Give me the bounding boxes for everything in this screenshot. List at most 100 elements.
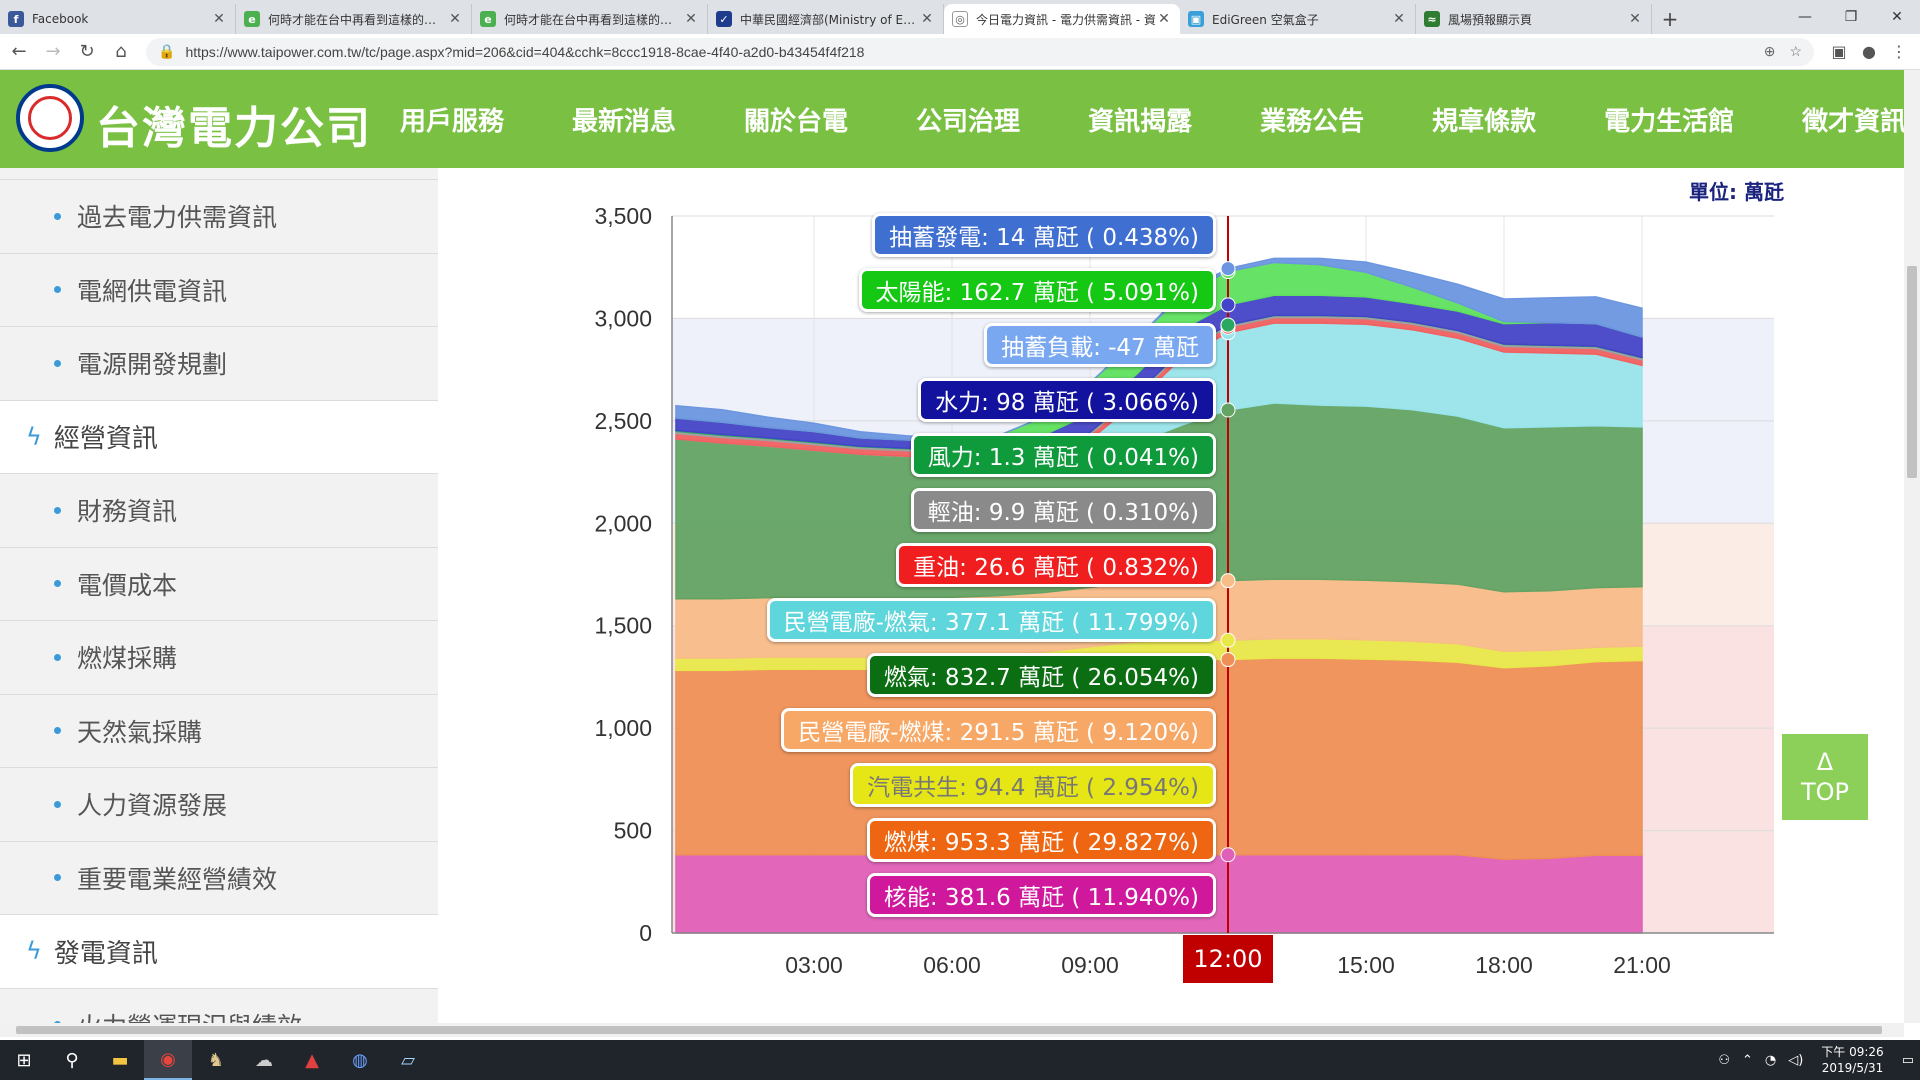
close-tab-icon[interactable]: ✕ (211, 11, 227, 27)
sidebar-item[interactable]: 財務資訊 (0, 474, 438, 548)
browser-tab[interactable]: ◎ 今日電力資訊 - 電力供需資訊 - 資 ✕ (944, 4, 1180, 34)
chart-panel: 單位: 萬瓩 0 500 1,000 1,500 2,000 2,500 3,000 3,50… (472, 168, 1904, 1023)
series-tooltip: 燃煤: 953.3 萬瓩 ( 29.827%) (866, 818, 1216, 862)
brand-name[interactable]: 台灣電力公司 (96, 92, 372, 156)
bullet-icon (54, 874, 61, 882)
close-tab-icon[interactable]: ✕ (919, 11, 935, 27)
tab-title: 何時才能在台中再看到這樣的藍天 (268, 12, 447, 27)
nav-item[interactable]: 電力生活館 (1604, 101, 1734, 138)
vertical-scrollbar[interactable] (1904, 70, 1920, 1023)
cursor-marker (1220, 402, 1236, 418)
taipower-logo[interactable] (16, 84, 84, 152)
sidebar-item[interactable]: 重要電業經營績效 (0, 841, 438, 915)
notification-icon[interactable]: ▭ (1902, 1053, 1914, 1068)
x-tick-label: 03:00 (785, 952, 843, 978)
zoom-icon[interactable]: ⊕ (1764, 43, 1776, 60)
nav-item[interactable]: 公司治理 (916, 101, 1020, 138)
app-icon-5[interactable]: ▱ (384, 1040, 432, 1080)
people-icon[interactable]: ⚇ (1718, 1053, 1730, 1068)
sidebar-item[interactable]: 電網供電資訊 (0, 253, 438, 327)
sidebar-category[interactable]: ϟ 發電資訊 (0, 915, 438, 989)
extension-icon[interactable]: ▣ (1824, 42, 1854, 61)
app-icon-3[interactable]: ▲ (288, 1040, 336, 1080)
close-tab-icon[interactable]: ✕ (1156, 11, 1172, 27)
series-tooltip: 抽蓄發電: 14 萬瓩 ( 0.438%) (872, 213, 1216, 257)
nav-item[interactable]: 業務公告 (1260, 101, 1364, 138)
profile-icon[interactable]: ● (1854, 42, 1884, 61)
file-explorer-icon[interactable]: ▬ (96, 1040, 144, 1080)
menu-icon[interactable]: ⋮ (1884, 42, 1914, 61)
browser-tab[interactable]: e 何時才能在台中再看到這樣的藍天 ✕ (236, 4, 472, 34)
series-tooltip: 抽蓄負載: -47 萬瓩 (984, 323, 1216, 367)
back-icon[interactable]: ← (4, 37, 34, 67)
top-arrow-icon: Δ (1816, 748, 1834, 776)
sidebar: 過去電力供需資訊 電網供電資訊電源開發規劃 ϟ 經營資訊財務資訊電價成本 燃煤採購 天然氣… (0, 168, 438, 1023)
windows-start-icon[interactable]: ⊞ (0, 1040, 48, 1080)
sidebar-item-label: 經營資訊 (53, 424, 158, 455)
series-tooltip: 水力: 98 萬瓩 ( 3.066%) (918, 378, 1216, 422)
sidebar-item[interactable]: 電價成本 (0, 547, 438, 621)
close-tab-icon[interactable]: ✕ (1627, 11, 1643, 27)
volume-icon[interactable]: ◁) (1788, 1053, 1803, 1068)
y-tick-label: 0 (639, 920, 652, 946)
sidebar-item-label: 電源開發規劃 (77, 350, 228, 380)
tab-title: Facebook (32, 12, 89, 26)
browser-tab[interactable]: e 何時才能在台中再看到這樣的藍天 ✕ (472, 4, 708, 34)
close-window-icon[interactable]: ✕ (1874, 0, 1920, 34)
home-icon[interactable]: ⌂ (106, 37, 136, 67)
bullet-icon (54, 359, 61, 367)
nav-item[interactable]: 最新消息 (572, 101, 676, 138)
sidebar-item[interactable]: 火力營運現況與績效 (0, 988, 438, 1023)
app-icon-2[interactable]: ☁ (240, 1040, 288, 1080)
cursor-marker (1220, 297, 1236, 313)
browser-tab[interactable]: ▣ EdiGreen 空氣盒子 ✕ (1180, 4, 1416, 34)
reload-icon[interactable]: ↻ (72, 37, 102, 67)
browser-tab[interactable]: ✓ 中華民國經濟部(Ministry of Econ ✕ (708, 4, 944, 34)
cursor-marker (1220, 847, 1236, 863)
x-tick-label: 21:00 (1613, 952, 1671, 978)
chrome-icon[interactable]: ◉ (144, 1040, 192, 1080)
back-to-top-button[interactable]: Δ TOP (1782, 734, 1868, 820)
nav-item[interactable]: 規章條款 (1432, 101, 1536, 138)
nav-item[interactable]: 資訊揭露 (1088, 101, 1192, 138)
sidebar-category[interactable]: ϟ 經營資訊 (0, 400, 438, 474)
nav-item[interactable]: 用戶服務 (400, 101, 504, 138)
sidebar-item[interactable]: 過去電力供需資訊 (0, 180, 438, 254)
bullet-icon (54, 800, 61, 808)
maximize-icon[interactable]: ❐ (1828, 0, 1874, 34)
sidebar-item[interactable]: 燃煤採購 (0, 621, 438, 695)
nav-item[interactable]: 徵才資訊 (1802, 101, 1906, 138)
browser-tab[interactable]: f Facebook ✕ (0, 4, 236, 34)
window-controls: — ❐ ✕ (1782, 0, 1920, 34)
x-tick-label: 15:00 (1337, 952, 1395, 978)
tray-expand-icon[interactable]: ⌃ (1742, 1053, 1753, 1068)
series-tooltip: 太陽能: 162.7 萬瓩 ( 5.091%) (858, 268, 1216, 312)
close-tab-icon[interactable]: ✕ (1391, 11, 1407, 27)
system-clock[interactable]: 下午 09:26 2019/5/31 (1821, 1044, 1883, 1076)
series-tooltip: 核能: 381.6 萬瓩 ( 11.940%) (866, 873, 1216, 917)
tab-title: 中華民國經濟部(Ministry of Econ (740, 12, 919, 27)
bullet-icon (54, 286, 61, 294)
network-icon[interactable]: ◔ (1765, 1053, 1776, 1068)
close-tab-icon[interactable]: ✕ (683, 11, 699, 27)
minimize-icon[interactable]: — (1782, 0, 1828, 34)
forward-icon[interactable]: → (38, 37, 68, 67)
horizontal-scrollbar[interactable] (0, 1023, 1904, 1037)
sidebar-item[interactable]: 人力資源發展 (0, 768, 438, 842)
app-icon-1[interactable]: ♞ (192, 1040, 240, 1080)
browser-tab[interactable]: ≈ 風場預報顯示頁 ✕ (1416, 4, 1652, 34)
nav-item[interactable]: 關於台電 (744, 101, 848, 138)
app-icon-4[interactable]: ◍ (336, 1040, 384, 1080)
sidebar-item[interactable]: 電源開發規劃 (0, 327, 438, 401)
new-tab-icon[interactable]: + (1652, 4, 1688, 34)
browser-tab-strip: f Facebook ✕ e 何時才能在台中再看到這樣的藍天 ✕ e 何時才能在台中再看到這樣… (0, 0, 1920, 34)
system-tray: ⚇ ⌃ ◔ ◁) 下午 09:26 2019/5/31 ▭ (1712, 1040, 1920, 1080)
y-tick-label: 2,500 (594, 408, 652, 434)
sidebar-item-label: 財務資訊 (77, 497, 178, 527)
sidebar-item[interactable]: 天然氣採購 (0, 694, 438, 768)
bookmark-star-icon[interactable]: ☆ (1789, 43, 1802, 60)
close-tab-icon[interactable]: ✕ (447, 11, 463, 27)
search-icon[interactable]: ⚲ (48, 1040, 96, 1080)
address-bar[interactable]: 🔒 https://www.taipower.com.tw/tc/page.as… (146, 37, 1814, 66)
bullet-icon (54, 212, 61, 220)
